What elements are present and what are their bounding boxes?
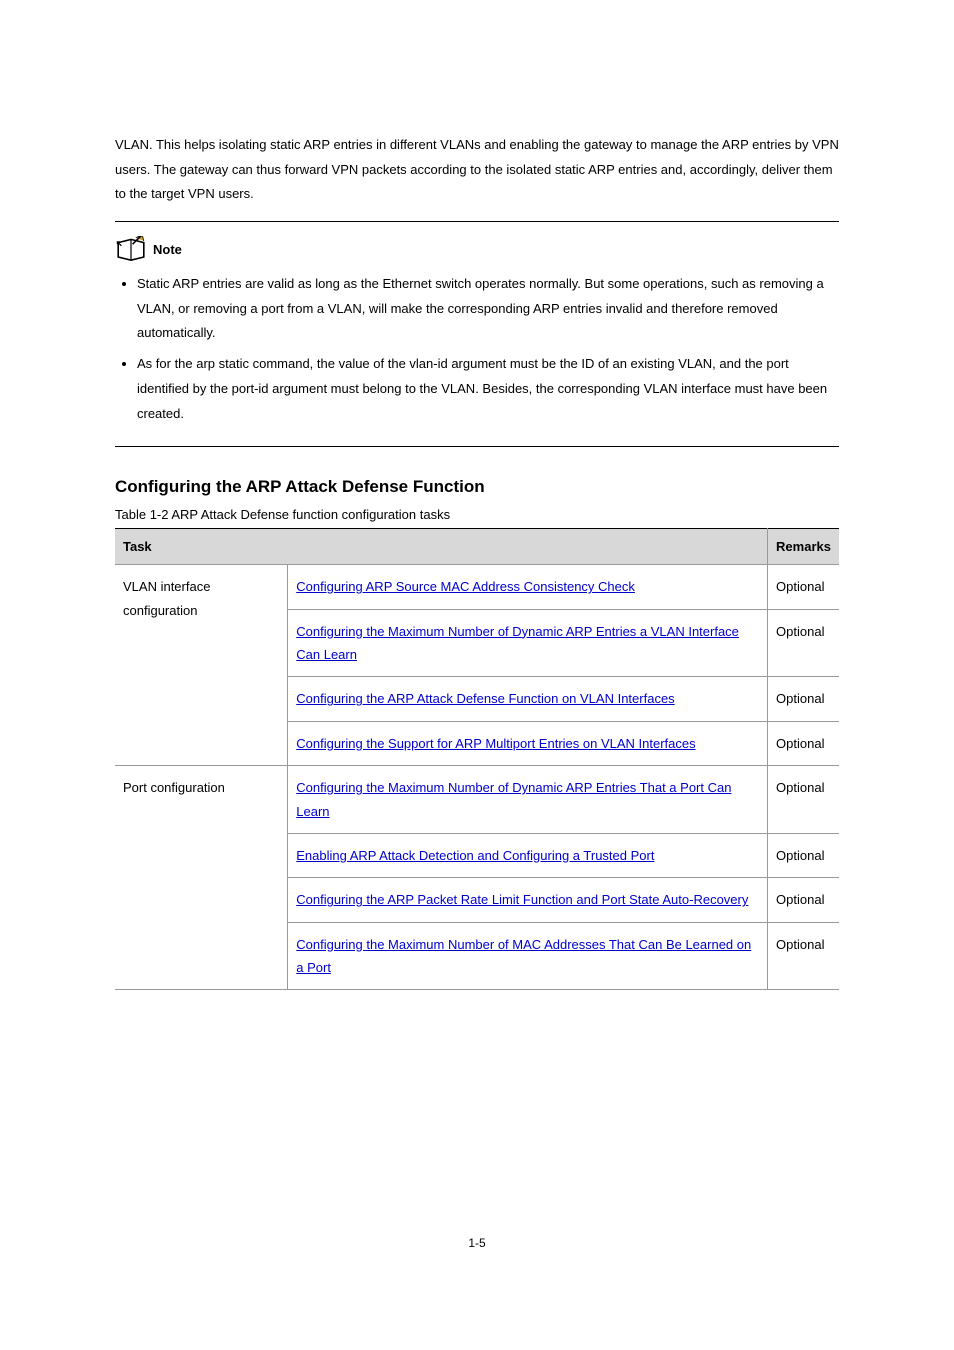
task-cell: Configuring the ARP Attack Defense Funct… bbox=[288, 677, 768, 721]
remarks-cell: Optional bbox=[768, 721, 839, 765]
task-link[interactable]: Configuring the ARP Attack Defense Funct… bbox=[296, 691, 674, 706]
note-list: Static ARP entries are valid as long as … bbox=[115, 272, 839, 426]
remarks-cell: Optional bbox=[768, 677, 839, 721]
remarks-cell: Optional bbox=[768, 565, 839, 609]
header-remarks: Remarks bbox=[768, 529, 839, 565]
section-heading: Configuring the ARP Attack Defense Funct… bbox=[115, 477, 839, 497]
task-cell: Configuring ARP Source MAC Address Consi… bbox=[288, 565, 768, 609]
table-row: VLAN interface configuration Configuring… bbox=[115, 565, 839, 609]
task-cell: Configuring the ARP Packet Rate Limit Fu… bbox=[288, 878, 768, 922]
task-cell: Configuring the Maximum Number of Dynami… bbox=[288, 766, 768, 834]
task-link[interactable]: Configuring the Maximum Number of Dynami… bbox=[296, 780, 731, 818]
task-link[interactable]: Configuring the Maximum Number of Dynami… bbox=[296, 624, 739, 662]
group-label: Port configuration bbox=[115, 766, 288, 990]
remarks-cell: Optional bbox=[768, 766, 839, 834]
note-item: As for the arp static command, the value… bbox=[137, 352, 839, 426]
task-link[interactable]: Configuring the Maximum Number of MAC Ad… bbox=[296, 937, 751, 975]
header-task: Task bbox=[115, 529, 768, 565]
task-cell: Configuring the Maximum Number of MAC Ad… bbox=[288, 922, 768, 990]
remarks-cell: Optional bbox=[768, 609, 839, 677]
note-heading: Note bbox=[115, 236, 839, 262]
task-link[interactable]: Configuring ARP Source MAC Address Consi… bbox=[296, 579, 635, 594]
group-label: VLAN interface configuration bbox=[115, 565, 288, 766]
task-cell: Enabling ARP Attack Detection and Config… bbox=[288, 833, 768, 877]
note-icon bbox=[115, 236, 147, 262]
table-header-row: Task Remarks bbox=[115, 529, 839, 565]
table-caption: Table 1-2 ARP Attack Defense function co… bbox=[115, 507, 839, 522]
note-divider-bottom bbox=[115, 446, 839, 447]
note-section: Note Static ARP entries are valid as lon… bbox=[115, 236, 839, 426]
remarks-cell: Optional bbox=[768, 922, 839, 990]
task-link[interactable]: Configuring the Support for ARP Multipor… bbox=[296, 736, 695, 751]
table-row: Port configuration Configuring the Maxim… bbox=[115, 766, 839, 834]
note-label: Note bbox=[153, 242, 182, 257]
task-link[interactable]: Configuring the ARP Packet Rate Limit Fu… bbox=[296, 892, 748, 907]
task-cell: Configuring the Support for ARP Multipor… bbox=[288, 721, 768, 765]
config-task-table: Task Remarks VLAN interface configuratio… bbox=[115, 528, 839, 990]
remarks-cell: Optional bbox=[768, 833, 839, 877]
note-item: Static ARP entries are valid as long as … bbox=[137, 272, 839, 346]
remarks-cell: Optional bbox=[768, 878, 839, 922]
intro-paragraph: VLAN. This helps isolating static ARP en… bbox=[115, 133, 839, 207]
task-link[interactable]: Enabling ARP Attack Detection and Config… bbox=[296, 848, 654, 863]
task-cell: Configuring the Maximum Number of Dynami… bbox=[288, 609, 768, 677]
page-number: 1-5 bbox=[0, 1236, 954, 1250]
note-divider-top bbox=[115, 221, 839, 222]
